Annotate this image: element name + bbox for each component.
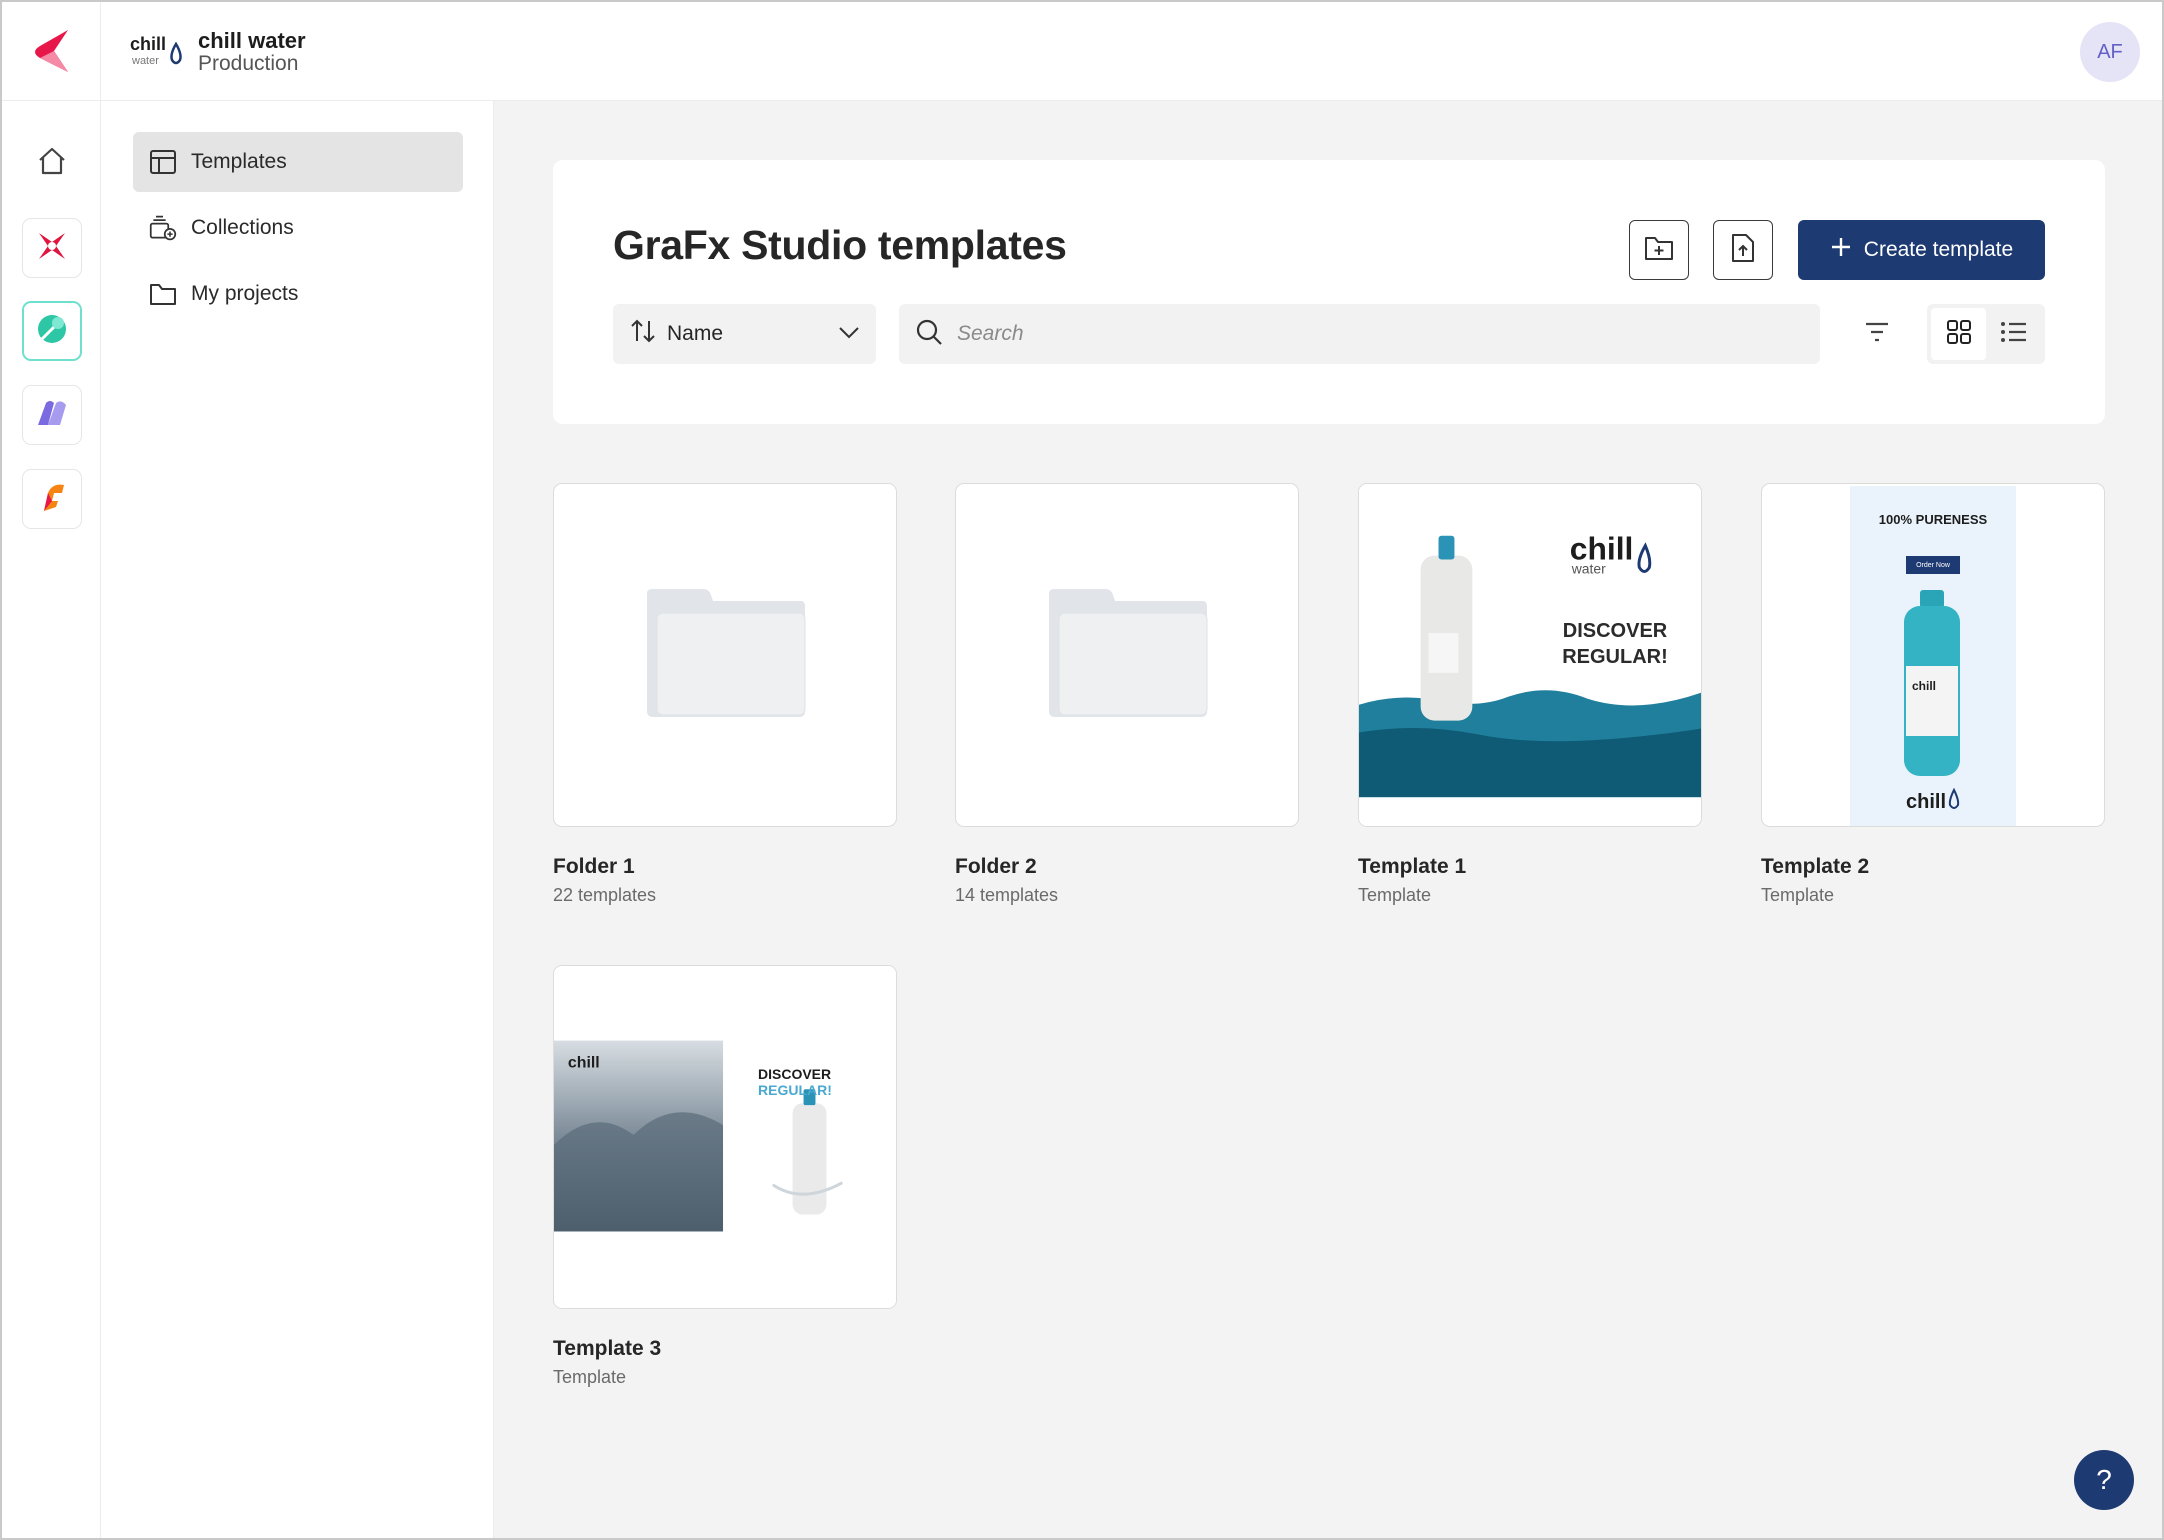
divider [100,2,101,101]
template-thumbnail: 100% PURENESS Order Now chill chill [1761,483,2105,827]
folder-thumbnail [553,483,897,827]
folder-card[interactable]: Folder 2 14 templates [955,483,1299,906]
svg-text:chill: chill [1906,791,1946,813]
chili-logo-icon[interactable] [28,28,78,74]
template-thumbnail: chill water DISCOVER REGULAR! [1358,483,1702,827]
folder-icon [643,587,807,724]
card-subtitle: 14 templates [955,885,1059,905]
template-2-headline: 100% PURENESS [1878,512,1988,527]
nav-item-label: Templates [191,150,287,173]
card-subtitle: Template [1358,885,1432,905]
environment-stage: Production [198,52,299,75]
collections-icon [149,214,177,242]
chill-water-logo: chill water [130,30,186,70]
secondary-nav: Templates Collections My projects [101,101,494,1538]
nav-item-label: Collections [191,216,294,239]
flame-icon [34,479,70,520]
card-title: Folder 2 [955,855,1037,878]
nav-item-templates[interactable]: Templates [133,132,463,192]
svg-text:water: water [1571,560,1606,576]
svg-text:chill: chill [568,1054,600,1071]
grid-icon [1946,319,1972,350]
sort-label: Name [667,322,724,345]
studio-app-button[interactable] [22,301,82,361]
svg-text:water: water [131,55,159,67]
view-toggle [1927,304,2045,364]
template-3-headline: DISCOVER REGULAR! [758,1066,832,1098]
shape-icon [34,395,70,436]
home-icon [35,144,69,183]
folder-icon [1045,587,1209,724]
template-card[interactable]: chill water DISCOVER REGULAR! Template 1… [1358,483,1702,906]
connector-app-button[interactable] [22,385,82,445]
filter-icon [1863,321,1891,348]
template-1-headline: DISCOVER REGULAR! [1562,620,1668,668]
template-3-preview: chill [554,966,896,1308]
card-title: Template 3 [553,1337,662,1360]
template-card[interactable]: 100% PURENESS Order Now chill chill Temp… [1761,483,2105,906]
create-template-button[interactable]: Create template [1798,220,2045,280]
app-window: chill water chill water Production AF Te… [0,0,2164,1540]
nav-item-label: My projects [191,282,299,305]
templates-header-card: GraFx Studio templates Create template N… [553,160,2105,424]
help-button[interactable]: ? [2074,1450,2134,1510]
folder-card[interactable]: Folder 1 22 templates [553,483,897,906]
template-2-bottle: chill chill [1904,590,1960,813]
fonts-app-button[interactable] [22,469,82,529]
card-subtitle: Template [553,1367,627,1387]
plus-icon [1830,236,1852,264]
nav-item-collections[interactable]: Collections [133,198,463,258]
sort-icon [629,317,657,351]
new-folder-button[interactable] [1629,220,1689,280]
leaf-icon [34,311,70,352]
card-subtitle: 22 templates [553,885,657,905]
chevron-down-icon [838,322,860,346]
card-title: Template 1 [1358,855,1467,878]
app-rail [2,101,101,1538]
template-2-banner: 100% PURENESS Order Now chill chill [1850,486,2016,826]
environment-name: chill water [198,28,306,53]
home-button[interactable] [22,133,82,193]
search-icon [915,318,943,351]
list-icon [2000,320,2028,349]
create-template-label: Create template [1863,238,2014,261]
folder-icon [149,280,177,308]
svg-text:chill: chill [1912,679,1936,693]
template-thumbnail: chill DISCOVER REGULAR! [553,965,897,1309]
template-icon [149,148,177,176]
template-2-order-button: Order Now [1906,556,1960,574]
publisher-app-button[interactable] [22,218,82,278]
grid-view-button[interactable] [1931,308,1986,360]
folder-thumbnail [955,483,1299,827]
top-bar: chill water chill water Production AF [2,2,2162,101]
search-input[interactable] [957,322,1777,346]
card-title: Template 2 [1761,855,1870,878]
template-card[interactable]: chill DISCOVER REGULAR! Template 3 Templ… [553,965,897,1388]
user-avatar[interactable]: AF [2080,22,2140,82]
filter-button[interactable] [1853,310,1901,358]
nav-item-my-projects[interactable]: My projects [133,264,463,324]
upload-template-button[interactable] [1713,220,1773,280]
search-bar [899,304,1820,364]
svg-text:chill: chill [130,34,166,54]
card-subtitle: Template [1761,885,1835,905]
page-title: GraFx Studio templates [613,222,1067,268]
file-upload-icon [1730,233,1756,268]
card-title: Folder 1 [553,855,635,878]
sort-select[interactable]: Name [613,304,876,364]
list-view-button[interactable] [1986,308,2041,360]
star-burst-icon [35,229,69,268]
folder-plus-icon [1644,234,1674,267]
